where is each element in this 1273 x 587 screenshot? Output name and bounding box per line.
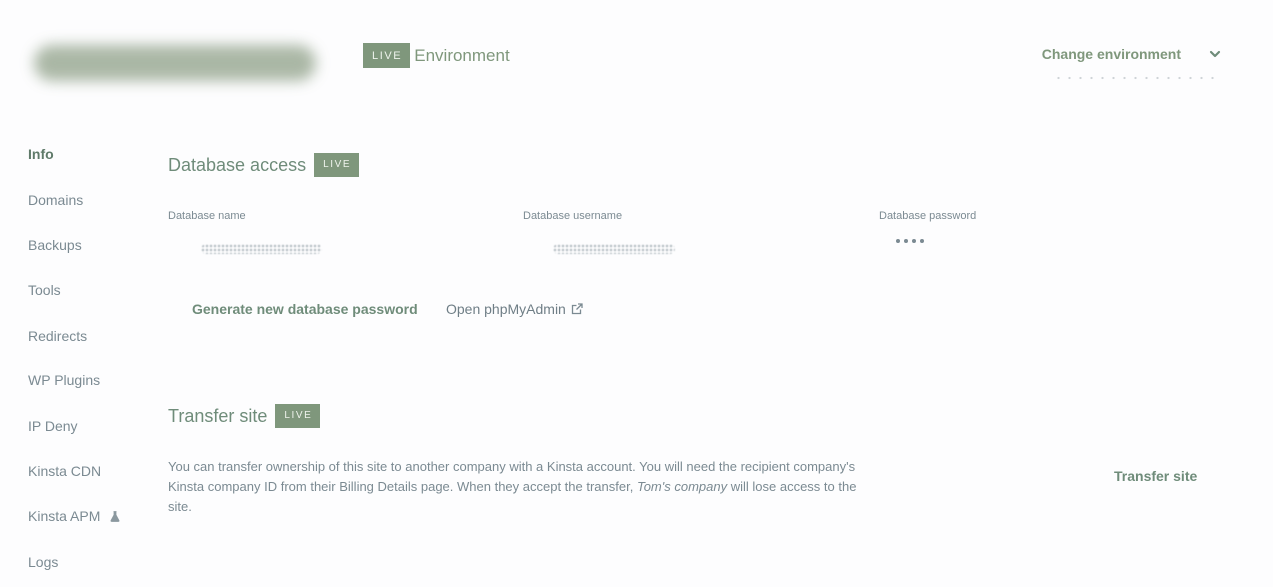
change-environment-label: Change environment: [1041, 46, 1181, 62]
database-access-heading: Database access LIVE: [168, 153, 360, 177]
sidebar-item-label: Redirects: [28, 328, 88, 344]
sidebar-item-label: Info: [28, 146, 54, 162]
sidebar-item-logs[interactable]: Logs: [28, 554, 58, 570]
database-username-label: Database username: [523, 210, 623, 222]
sidebar-item-label: Logs: [28, 554, 59, 570]
environment-indicator: LIVE Environment: [363, 43, 510, 68]
sidebar-item-wp-plugins[interactable]: WP Plugins: [28, 372, 100, 388]
chevron-down-icon: [1209, 50, 1221, 58]
database-password-masked: [896, 239, 924, 243]
database-name-label: Database name: [168, 210, 246, 222]
sidebar-item-kinsta-cdn[interactable]: Kinsta CDN: [28, 463, 101, 479]
sidebar-item-tools[interactable]: Tools: [28, 282, 61, 298]
sidebar-item-ip-deny[interactable]: IP Deny: [28, 418, 78, 434]
environment-label: Environment: [414, 45, 510, 65]
generate-password-button[interactable]: Generate new database password: [192, 301, 418, 317]
sidebar-item-label: Domains: [28, 192, 84, 208]
change-environment-dropdown[interactable]: Change environment: [1042, 46, 1223, 62]
sidebar-item-label: Kinsta CDN: [28, 463, 102, 479]
live-badge: LIVE: [314, 153, 360, 177]
sidebar-item-label: Kinsta APM: [28, 508, 101, 524]
environment-url-redacted: [1053, 75, 1219, 81]
section-title: Database access: [168, 154, 307, 175]
sidebar-item-backups[interactable]: Backups: [28, 237, 82, 253]
open-phpmyadmin-label: Open phpMyAdmin: [446, 301, 566, 317]
sidebar-item-label: Tools: [28, 282, 61, 298]
live-badge: LIVE: [275, 404, 321, 428]
sidebar-item-info[interactable]: Info: [28, 146, 54, 162]
external-link-icon: [571, 303, 583, 315]
live-badge: LIVE: [363, 43, 411, 68]
sidebar-item-domains[interactable]: Domains: [28, 192, 83, 208]
sidebar-item-label: Backups: [28, 237, 82, 253]
flask-icon: [110, 511, 120, 522]
sidebar-item-label: IP Deny: [28, 418, 78, 434]
transfer-site-description: You can transfer ownership of this site …: [168, 459, 857, 514]
site-name-redacted: [34, 45, 316, 81]
sidebar-item-label: WP Plugins: [28, 372, 101, 388]
database-username-value-redacted: [553, 244, 675, 254]
database-password-label: Database password: [879, 210, 977, 222]
transfer-site-button[interactable]: Transfer site: [1114, 468, 1197, 484]
transfer-site-heading: Transfer site LIVE: [168, 404, 321, 428]
sidebar-item-kinsta-apm[interactable]: Kinsta APM: [28, 508, 120, 524]
section-title: Transfer site: [168, 405, 268, 426]
sidebar-item-redirects[interactable]: Redirects: [28, 328, 87, 344]
open-phpmyadmin-link[interactable]: Open phpMyAdmin: [446, 301, 583, 317]
company-name: Tom's company: [636, 479, 728, 494]
database-name-value-redacted: [201, 244, 322, 254]
